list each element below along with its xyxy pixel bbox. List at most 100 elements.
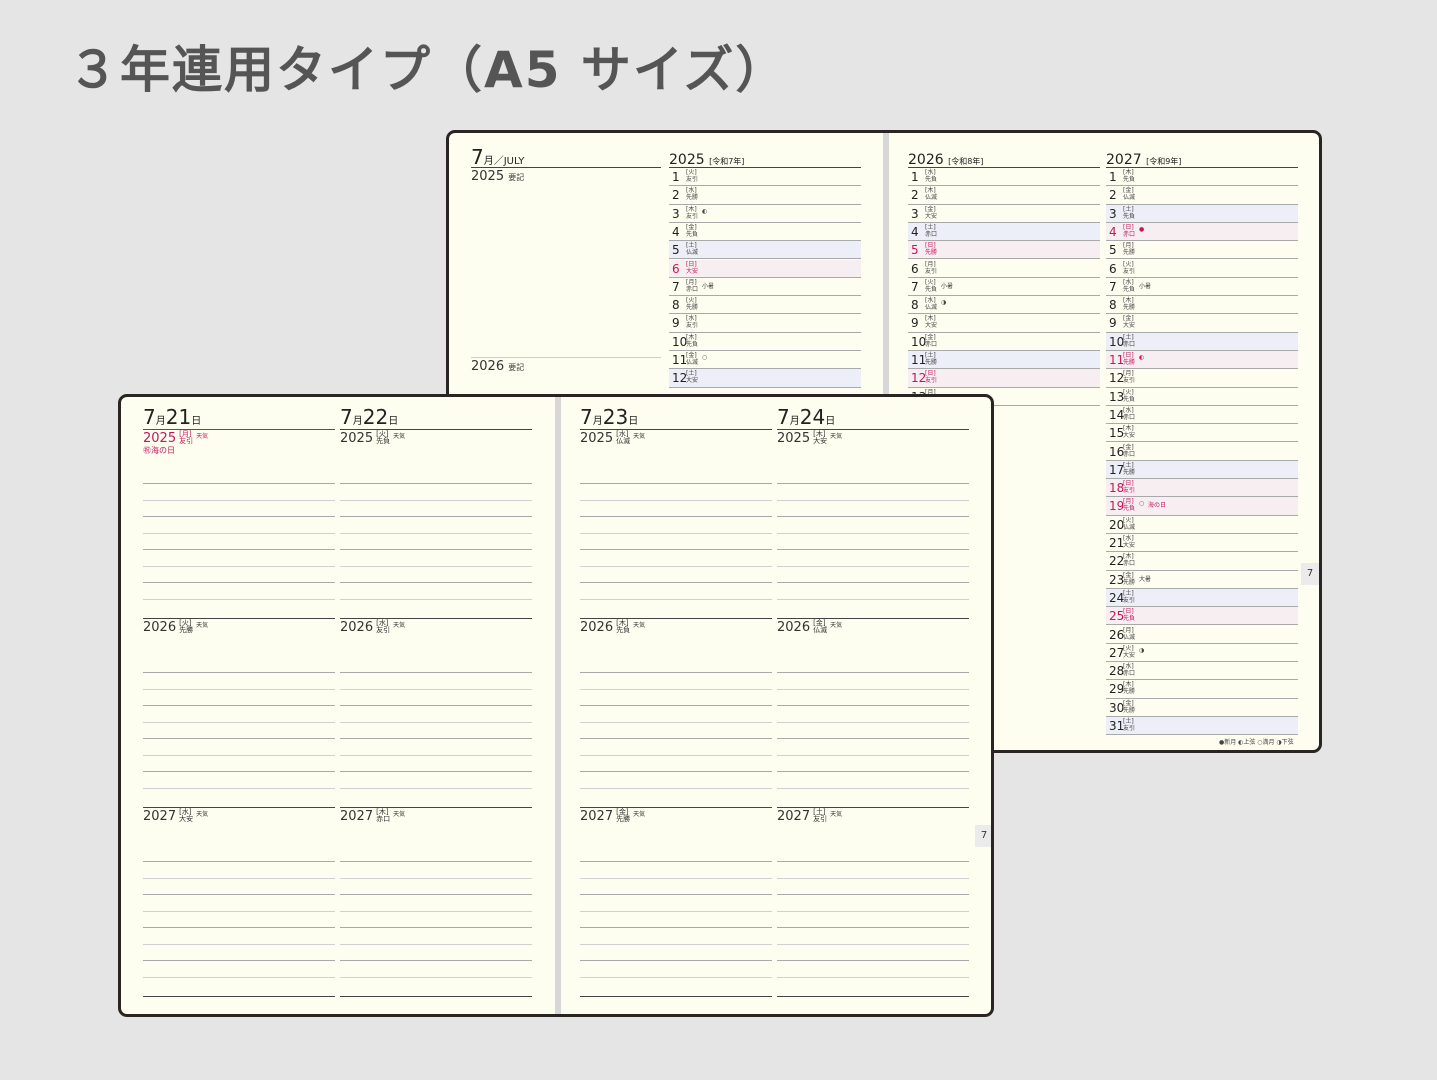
writing-line[interactable] xyxy=(340,754,532,756)
writing-line[interactable] xyxy=(143,499,335,501)
day-row[interactable]: 14 [水] 赤口 xyxy=(1106,406,1298,425)
writing-line[interactable] xyxy=(777,549,969,550)
day-row[interactable]: 12 [日] 友引 xyxy=(908,369,1100,388)
day-row[interactable]: 25 [日] 先負 xyxy=(1106,607,1298,626)
writing-line[interactable] xyxy=(340,483,532,484)
writing-line[interactable] xyxy=(580,960,772,961)
writing-line[interactable] xyxy=(580,688,772,690)
writing-line[interactable] xyxy=(340,688,532,690)
writing-line[interactable] xyxy=(777,499,969,501)
day-row[interactable]: 2 [水] 先勝 xyxy=(669,186,861,205)
writing-line[interactable] xyxy=(143,483,335,484)
day-row[interactable]: 1 [水] 先負 xyxy=(908,168,1100,187)
writing-line[interactable] xyxy=(340,516,532,517)
day-row[interactable]: 10 [土] 赤口 xyxy=(1106,332,1298,351)
day-row[interactable]: 23 [金] 先勝 大暑 xyxy=(1106,571,1298,589)
day-row[interactable]: 4 [金] 先負 xyxy=(669,223,861,242)
writing-line[interactable] xyxy=(777,754,969,756)
day-row[interactable]: 29 [木] 先勝 xyxy=(1106,680,1298,699)
writing-line[interactable] xyxy=(143,787,335,789)
writing-line[interactable] xyxy=(143,960,335,961)
day-row[interactable]: 5 [月] 先勝 xyxy=(1106,241,1298,260)
writing-line[interactable] xyxy=(143,516,335,517)
day-row[interactable]: 11 [土] 先勝 xyxy=(908,351,1100,370)
writing-line[interactable] xyxy=(777,705,969,706)
writing-line[interactable] xyxy=(143,565,335,567)
day-row[interactable]: 3 [土] 先負 xyxy=(1106,204,1298,223)
writing-line[interactable] xyxy=(777,877,969,879)
writing-line[interactable] xyxy=(777,688,969,690)
day-row[interactable]: 10 [木] 先負 xyxy=(669,333,861,351)
writing-line[interactable] xyxy=(777,943,969,945)
day-row[interactable]: 28 [水] 赤口 xyxy=(1106,662,1298,681)
day-row[interactable]: 3 [金] 大安 xyxy=(908,205,1100,223)
writing-line[interactable] xyxy=(143,582,335,583)
writing-line[interactable] xyxy=(580,483,772,484)
writing-line[interactable] xyxy=(777,582,969,583)
writing-line[interactable] xyxy=(580,976,772,978)
day-row[interactable]: 2 [木] 仏滅 xyxy=(908,186,1100,205)
writing-line[interactable] xyxy=(340,705,532,706)
writing-line[interactable] xyxy=(777,927,969,928)
writing-line[interactable] xyxy=(777,738,969,739)
day-row[interactable]: 5 [土] 仏滅 xyxy=(669,241,861,260)
writing-line[interactable] xyxy=(777,976,969,978)
writing-line[interactable] xyxy=(777,532,969,534)
writing-line[interactable] xyxy=(580,705,772,706)
writing-line[interactable] xyxy=(143,771,335,772)
writing-line[interactable] xyxy=(580,532,772,534)
writing-line[interactable] xyxy=(580,598,772,600)
writing-line[interactable] xyxy=(777,483,969,484)
writing-line[interactable] xyxy=(340,877,532,879)
writing-line[interactable] xyxy=(143,672,335,673)
writing-line[interactable] xyxy=(340,976,532,978)
writing-line[interactable] xyxy=(777,516,969,517)
writing-line[interactable] xyxy=(777,672,969,673)
day-row[interactable]: 6 [火] 友引 xyxy=(1106,260,1298,278)
writing-line[interactable] xyxy=(777,721,969,723)
writing-line[interactable] xyxy=(777,771,969,772)
writing-line[interactable] xyxy=(580,738,772,739)
writing-line[interactable] xyxy=(340,598,532,600)
writing-line[interactable] xyxy=(340,549,532,550)
month-index-tab[interactable]: 7 xyxy=(1301,563,1319,585)
writing-line[interactable] xyxy=(143,721,335,723)
writing-line[interactable] xyxy=(580,754,772,756)
writing-line[interactable] xyxy=(580,787,772,789)
writing-line[interactable] xyxy=(340,861,532,862)
day-row[interactable]: 26 [月] 仏滅 xyxy=(1106,626,1298,644)
day-row[interactable]: 5 [日] 先勝 xyxy=(908,241,1100,260)
writing-line[interactable] xyxy=(340,927,532,928)
writing-line[interactable] xyxy=(777,565,969,567)
writing-line[interactable] xyxy=(143,943,335,945)
day-row[interactable]: 6 [月] 友引 xyxy=(908,260,1100,278)
writing-line[interactable] xyxy=(777,894,969,895)
writing-line[interactable] xyxy=(580,549,772,550)
day-row[interactable]: 6 [日] 大安 xyxy=(669,259,861,278)
writing-line[interactable] xyxy=(340,672,532,673)
writing-line[interactable] xyxy=(580,565,772,567)
writing-line[interactable] xyxy=(580,672,772,673)
writing-line[interactable] xyxy=(580,910,772,912)
writing-line[interactable] xyxy=(143,861,335,862)
day-row[interactable]: 12 [土] 大安 xyxy=(669,369,861,388)
writing-line[interactable] xyxy=(580,516,772,517)
day-row[interactable]: 9 [木] 大安 xyxy=(908,314,1100,333)
writing-line[interactable] xyxy=(580,582,772,583)
day-row[interactable]: 7 [火] 先負 小暑 xyxy=(908,278,1100,297)
day-row[interactable]: 11 [日] 先勝 ◐ xyxy=(1106,351,1298,370)
writing-line[interactable] xyxy=(340,721,532,723)
day-row[interactable]: 4 [日] 赤口 ● xyxy=(1106,222,1298,242)
writing-line[interactable] xyxy=(143,549,335,550)
writing-line[interactable] xyxy=(143,976,335,978)
writing-line[interactable] xyxy=(777,910,969,912)
writing-line[interactable] xyxy=(143,754,335,756)
writing-line[interactable] xyxy=(340,738,532,739)
writing-line[interactable] xyxy=(143,688,335,690)
writing-line[interactable] xyxy=(143,877,335,879)
day-row[interactable]: 8 [水] 仏滅 ◑ xyxy=(908,296,1100,315)
day-row[interactable]: 30 [金] 先勝 xyxy=(1106,699,1298,717)
day-row[interactable]: 1 [木] 先負 xyxy=(1106,168,1298,187)
writing-line[interactable] xyxy=(580,877,772,879)
writing-line[interactable] xyxy=(580,927,772,928)
